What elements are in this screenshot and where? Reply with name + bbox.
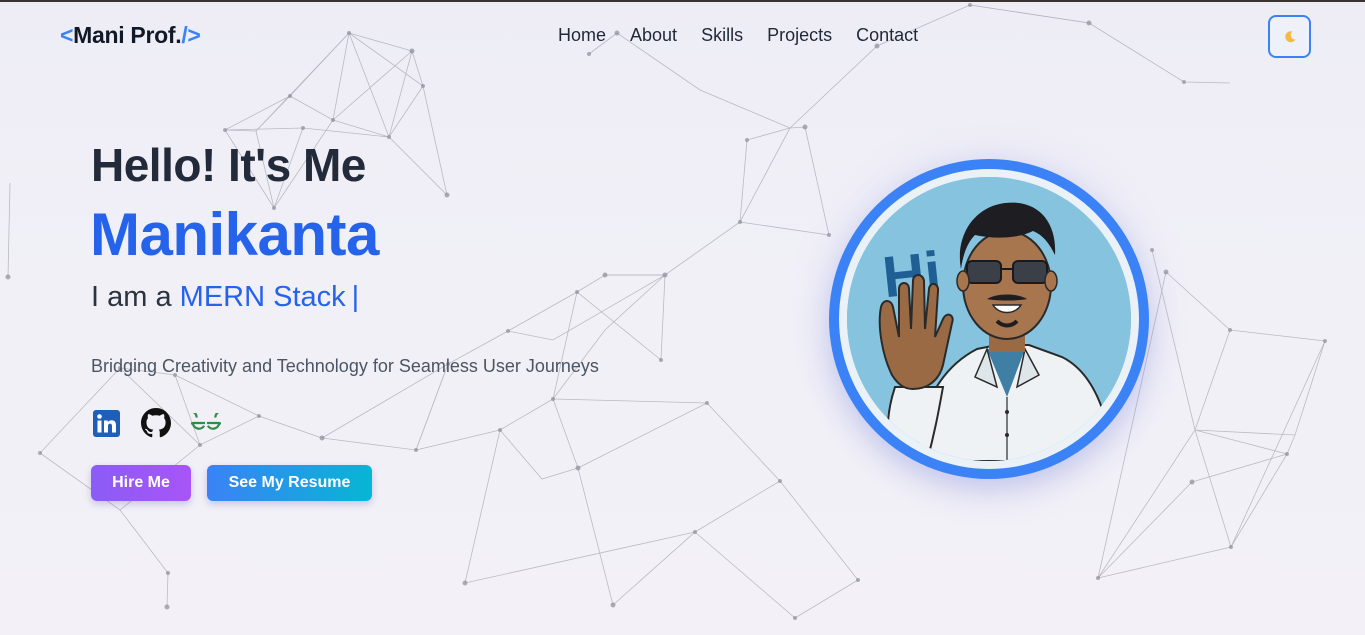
geeksforgeeks-link[interactable]: [191, 408, 221, 438]
typing-caret: |: [351, 281, 360, 313]
cartoon-portrait: Hi: [847, 177, 1131, 461]
nav-links: Home About Skills Projects Contact: [558, 25, 918, 46]
navbar: <Mani Prof./> Home About Skills Projects…: [0, 0, 1365, 72]
brand-logo[interactable]: <Mani Prof./>: [60, 22, 201, 49]
logo-close-bracket: />: [181, 22, 201, 48]
hero-greeting: Hello! It's Me: [91, 139, 366, 191]
hero-name: Manikanta: [90, 201, 379, 268]
hero-role: I am a MERN Stack |: [91, 281, 359, 314]
logo-open-bracket: <: [60, 22, 74, 48]
avatar-frame: Hi: [839, 169, 1139, 469]
hire-me-button[interactable]: Hire Me: [91, 465, 191, 501]
nav-link-projects[interactable]: Projects: [767, 25, 832, 46]
nav-link-about[interactable]: About: [630, 25, 677, 46]
social-links: [91, 408, 221, 438]
profile-avatar: Hi: [829, 159, 1149, 479]
hero-tagline: Bridging Creativity and Technology for S…: [91, 356, 599, 376]
avatar-illustration: Hi: [847, 177, 1131, 461]
github-icon: [141, 408, 171, 438]
moon-icon: [1284, 30, 1295, 42]
nav-link-home[interactable]: Home: [558, 25, 606, 46]
role-prefix: I am a: [91, 281, 172, 313]
linkedin-icon: [92, 409, 120, 437]
nav-link-skills[interactable]: Skills: [701, 25, 743, 46]
geeksforgeeks-icon: [191, 413, 221, 430]
logo-name: Mani Prof.: [73, 22, 182, 48]
theme-toggle-button[interactable]: [1268, 15, 1311, 58]
github-link[interactable]: [141, 408, 171, 438]
role-highlight: MERN Stack: [179, 281, 346, 313]
see-resume-button[interactable]: See My Resume: [207, 465, 372, 501]
linkedin-link[interactable]: [91, 408, 121, 438]
nav-link-contact[interactable]: Contact: [856, 25, 918, 46]
